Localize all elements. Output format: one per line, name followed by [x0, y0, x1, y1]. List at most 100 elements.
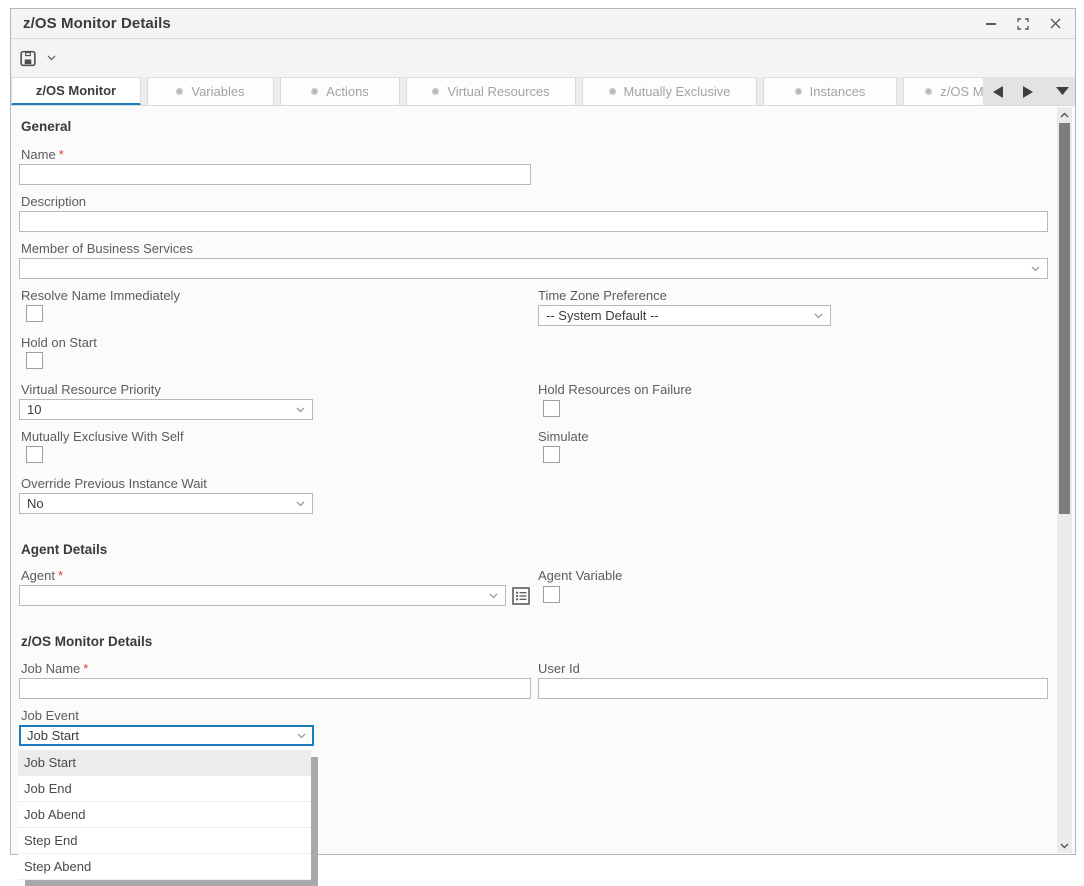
agent-label: Agent*	[21, 568, 63, 583]
minimize-icon	[986, 23, 996, 25]
record-list-icon	[512, 587, 530, 605]
tab-actions[interactable]: Actions	[280, 77, 400, 106]
job-name-input[interactable]	[19, 678, 531, 699]
virtual-resource-priority-combobox[interactable]: 10	[19, 399, 313, 420]
scroll-down-button[interactable]	[1057, 838, 1072, 853]
triangle-left-icon	[993, 86, 1003, 98]
maximize-button[interactable]	[1015, 16, 1031, 32]
job-event-label: Job Event	[21, 708, 79, 723]
agent-variable-checkbox[interactable]	[543, 586, 560, 603]
member-of-business-services-label: Member of Business Services	[21, 241, 193, 256]
tab-label: Actions	[326, 84, 369, 99]
override-previous-instance-wait-label: Override Previous Instance Wait	[21, 476, 207, 491]
tab-status-dot-icon	[925, 88, 932, 95]
chevron-down-icon	[297, 733, 306, 739]
tab-status-dot-icon	[311, 88, 318, 95]
combo-value: -- System Default --	[546, 308, 659, 323]
tab-instances[interactable]: Instances	[763, 77, 897, 106]
chevron-up-icon	[1060, 112, 1069, 118]
hold-resources-on-failure-label: Hold Resources on Failure	[538, 382, 692, 397]
resolve-name-immediately-label: Resolve Name Immediately	[21, 288, 180, 303]
chevron-down-icon	[1060, 843, 1069, 849]
screen: z/OS Monitor Details	[0, 0, 1084, 886]
tab-status-dot-icon	[609, 88, 616, 95]
mutually-exclusive-with-self-checkbox[interactable]	[26, 446, 43, 463]
title-bar: z/OS Monitor Details	[11, 9, 1075, 39]
simulate-label: Simulate	[538, 429, 589, 444]
tab-nav	[983, 77, 1075, 106]
dropdown-option-step-end[interactable]: Step End	[18, 828, 311, 854]
section-agent-details: Agent Details	[21, 542, 107, 557]
name-label: Name*	[21, 147, 64, 162]
agent-combobox[interactable]	[19, 585, 506, 606]
time-zone-preference-combobox[interactable]: -- System Default --	[538, 305, 831, 326]
chevron-down-icon	[296, 501, 305, 507]
close-icon	[1050, 18, 1061, 29]
tab-zos-monitor[interactable]: z/OS Monitor	[11, 77, 141, 106]
toolbar	[11, 39, 1075, 77]
tab-status-dot-icon	[795, 88, 802, 95]
hold-on-start-checkbox[interactable]	[26, 352, 43, 369]
tab-status-dot-icon	[432, 88, 439, 95]
hold-resources-on-failure-checkbox[interactable]	[543, 400, 560, 417]
tab-scroll-left-button[interactable]	[983, 86, 1013, 98]
member-of-business-services-combobox[interactable]	[19, 258, 1048, 279]
tab-variables[interactable]: Variables	[147, 77, 274, 106]
section-zos-monitor-details: z/OS Monitor Details	[21, 634, 152, 649]
combo-value: 10	[27, 402, 41, 417]
hold-on-start-label: Hold on Start	[21, 335, 97, 350]
name-input[interactable]	[19, 164, 531, 185]
tab-label: Instances	[810, 84, 866, 99]
tab-virtual-resources[interactable]: Virtual Resources	[406, 77, 576, 106]
triangle-right-icon	[1023, 86, 1033, 98]
tab-label: z/OS Monitor	[36, 83, 116, 98]
save-menu-button[interactable]	[43, 50, 59, 66]
vertical-scrollbar[interactable]	[1057, 107, 1072, 853]
tab-status-dot-icon	[176, 88, 183, 95]
tab-scroll-right-button[interactable]	[1013, 86, 1043, 98]
chevron-down-icon	[47, 55, 56, 61]
chevron-down-icon	[1031, 266, 1040, 272]
virtual-resource-priority-label: Virtual Resource Priority	[21, 382, 161, 397]
tab-mutually-exclusive[interactable]: Mutually Exclusive	[582, 77, 757, 106]
scroll-up-button[interactable]	[1057, 107, 1072, 122]
triangle-down-icon	[1056, 87, 1069, 95]
close-button[interactable]	[1047, 16, 1063, 32]
required-asterisk: *	[59, 147, 64, 162]
scrollbar-thumb[interactable]	[1059, 123, 1070, 514]
job-event-combobox[interactable]: Job Start	[19, 725, 314, 746]
dropdown-option-job-start[interactable]: Job Start	[18, 750, 311, 776]
zos-monitor-details-window: z/OS Monitor Details	[10, 8, 1076, 855]
description-label: Description	[21, 194, 86, 209]
agent-browse-button[interactable]	[512, 587, 530, 605]
chevron-down-icon	[296, 407, 305, 413]
combo-value: No	[27, 496, 44, 511]
required-asterisk: *	[58, 568, 63, 583]
simulate-checkbox[interactable]	[543, 446, 560, 463]
window-controls	[983, 16, 1063, 32]
resolve-name-immediately-checkbox[interactable]	[26, 305, 43, 322]
dropdown-option-step-abend[interactable]: Step Abend	[18, 854, 311, 880]
mutually-exclusive-with-self-label: Mutually Exclusive With Self	[21, 429, 184, 444]
dropdown-option-job-abend[interactable]: Job Abend	[18, 802, 311, 828]
tab-label: Variables	[191, 84, 244, 99]
dropdown-option-job-end[interactable]: Job End	[18, 776, 311, 802]
save-icon	[20, 50, 36, 67]
chevron-down-icon	[489, 593, 498, 599]
chevron-down-icon	[814, 313, 823, 319]
user-id-input[interactable]	[538, 678, 1048, 699]
tab-strip: z/OS Monitor Variables Actions Virtual R…	[11, 77, 1075, 106]
required-asterisk: *	[83, 661, 88, 676]
tab-label: Virtual Resources	[447, 84, 549, 99]
minimize-button[interactable]	[983, 16, 999, 32]
save-button[interactable]	[20, 50, 36, 66]
description-input[interactable]	[19, 211, 1048, 232]
maximize-icon	[1017, 18, 1029, 30]
user-id-label: User Id	[538, 661, 580, 676]
job-event-dropdown-list: Job Start Job End Job Abend Step End Ste…	[18, 750, 311, 880]
window-title: z/OS Monitor Details	[23, 15, 171, 32]
agent-variable-label: Agent Variable	[538, 568, 622, 583]
time-zone-preference-label: Time Zone Preference	[538, 288, 667, 303]
override-previous-instance-wait-combobox[interactable]: No	[19, 493, 313, 514]
tab-overflow-button[interactable]	[1049, 87, 1075, 97]
